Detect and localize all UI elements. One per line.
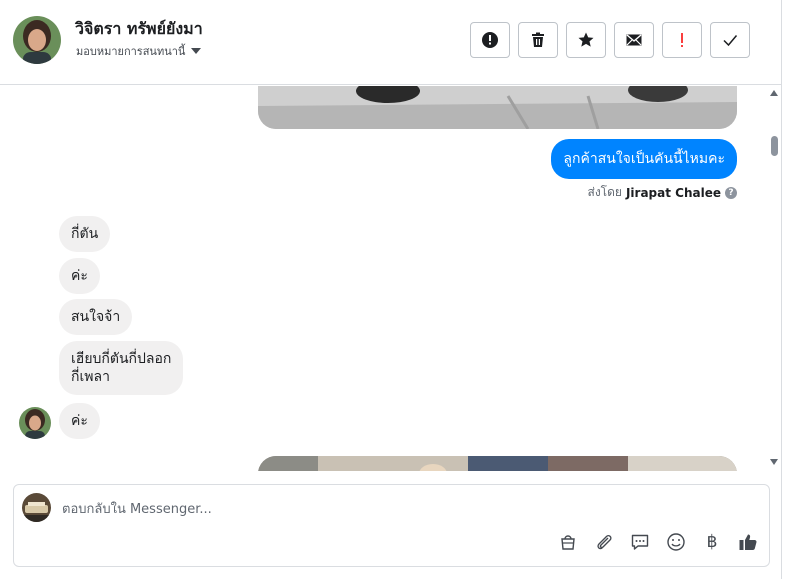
check-icon [723,35,738,47]
info-icon[interactable]: ? [725,186,737,199]
star-icon [578,32,594,47]
incoming-message[interactable]: กี่ตัน [59,216,111,252]
shared-photo[interactable] [258,456,737,471]
shopping-bag-icon[interactable] [557,531,579,553]
scroll-up-arrow-icon[interactable] [770,90,778,96]
thread-scrollbar[interactable] [766,86,782,471]
sent-by-name: Jirapat Chalee [625,185,721,200]
envelope-icon [626,34,642,46]
delete-button[interactable] [518,22,558,58]
incoming-message[interactable]: ค่ะ [59,258,100,294]
scroll-thumb[interactable] [771,136,778,156]
star-button[interactable] [566,22,606,58]
contact-avatar-small[interactable] [19,407,51,439]
reply-composer: ฿ [13,484,770,567]
trash-icon [532,32,544,47]
baht-icon[interactable]: ฿ [701,531,723,553]
shared-photo-truck[interactable] [258,86,737,129]
assign-label: มอบหมายการสนทนานี้ [76,45,186,58]
sent-by-prefix: ส่งโดย [587,185,622,199]
assign-conversation-dropdown[interactable]: มอบหมายการสนทนานี้ [76,42,202,60]
contact-name[interactable]: วิจิตรา ทรัพย์ยังมา [75,17,203,42]
emoji-icon[interactable] [665,531,687,553]
conversation-panel: วิจิตรา ทรัพย์ยังมา มอบหมายการสนทนานี้ ล… [0,0,782,579]
spam-button[interactable] [470,22,510,58]
incoming-message[interactable]: ค่ะ [59,403,100,439]
incoming-message[interactable]: เฮียบกี่ตันกี่ปลอก กี่เพลา [59,341,184,395]
conversation-actions [470,22,750,58]
contact-avatar[interactable] [13,16,61,64]
reply-input[interactable] [62,497,742,521]
incoming-message[interactable]: สนใจจ้า [59,299,133,335]
follow-up-button[interactable] [662,22,702,58]
saved-reply-icon[interactable] [629,531,651,553]
scroll-down-arrow-icon[interactable] [770,459,778,465]
outgoing-message[interactable]: ลูกค้าสนใจเป็นคันนี้ไหมคะ [551,139,737,179]
composer-tools: ฿ [557,531,759,553]
thumbs-up-icon[interactable] [737,531,759,553]
exclamation-icon [681,33,683,47]
mark-done-button[interactable] [710,22,750,58]
paperclip-icon[interactable] [593,531,615,553]
sent-by-label: ส่งโดย Jirapat Chalee ? [587,183,737,202]
alert-circle-icon [482,32,498,48]
caret-down-icon [191,48,202,54]
mark-unread-button[interactable] [614,22,654,58]
page-avatar [22,493,51,522]
message-thread[interactable]: ลูกค้าสนใจเป็นคันนี้ไหมคะ ส่งโดย Jirapat… [0,86,766,471]
conversation-header: วิจิตรา ทรัพย์ยังมา มอบหมายการสนทนานี้ [0,0,781,85]
